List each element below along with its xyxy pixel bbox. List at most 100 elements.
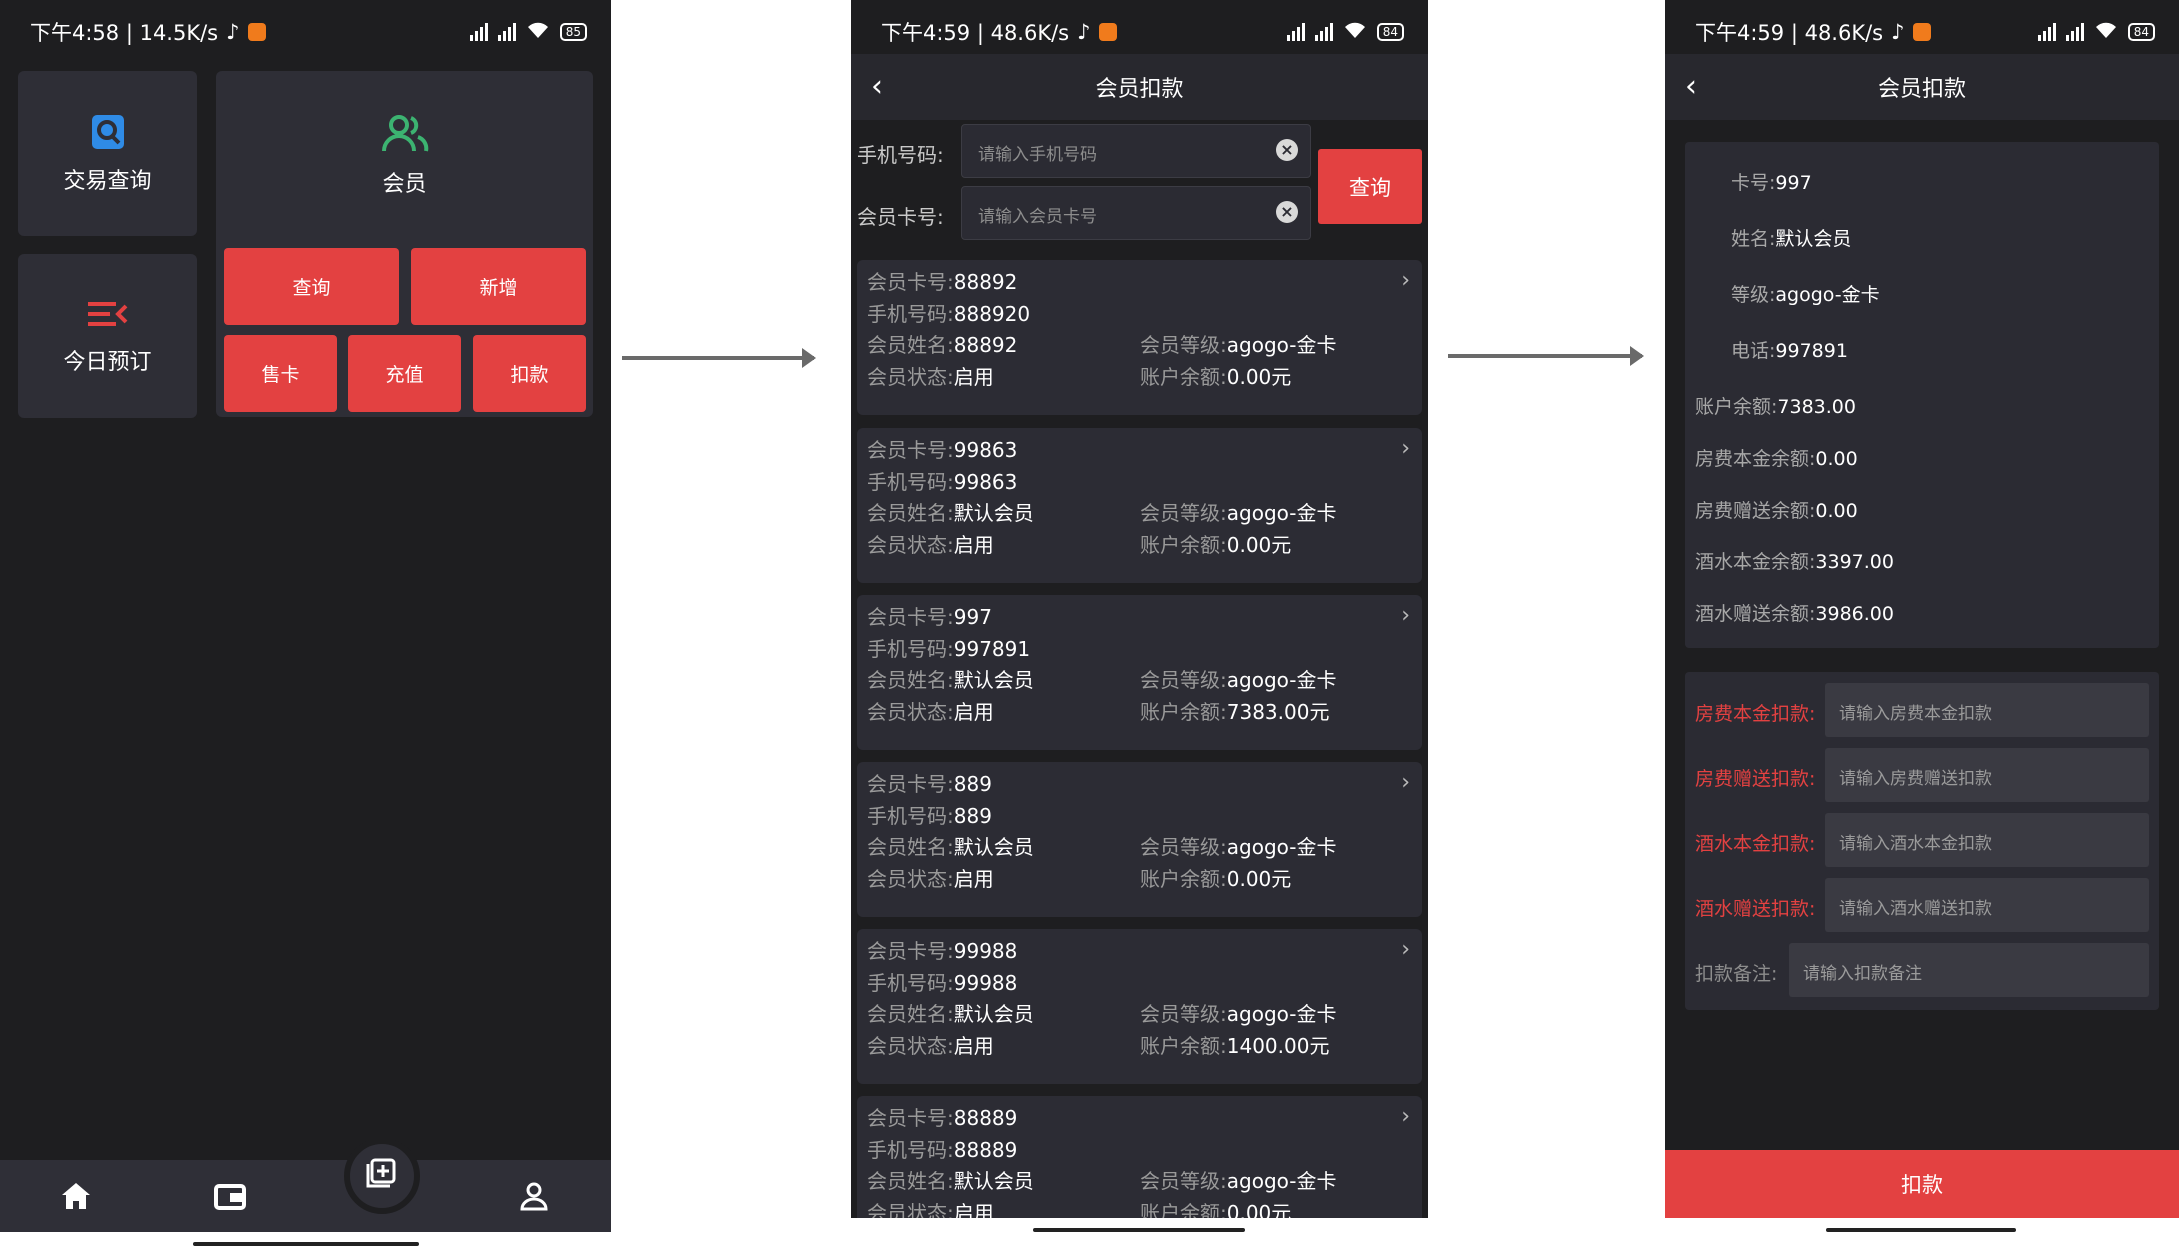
signal-icon [2065,23,2084,41]
tiktok-icon: ♪ [1077,20,1091,44]
member-card[interactable]: 会员卡号:88889 手机号码:88889 会员姓名:默认会员 会员等级:agogo-… [857,1096,1422,1218]
transaction-query-tile[interactable]: 交易查询 [18,71,197,236]
deduct-amount-input[interactable]: 请输入房费赠送扣款 [1825,748,2149,802]
member-card[interactable]: 会员卡号:88892 手机号码:888920 会员姓名:88892 会员等级:agog… [857,260,1422,415]
back-arrow-icon[interactable]: ‹ [871,70,905,104]
info-row: 房费赠送余额:0.00 [1695,500,1858,522]
booking-list-icon [88,302,128,330]
member-field-level: 会员等级:agogo-金卡 [1140,668,1337,692]
member-card[interactable]: 会员卡号:99863 手机号码:99863 会员姓名:默认会员 会员等级:agogo-… [857,428,1422,583]
member-field-balance: 账户余额:0.00元 [1140,365,1292,389]
recharge-button[interactable]: 充值 [348,335,461,412]
status-time: 下午4:58 | 14.5K/s [30,21,219,45]
query-button[interactable]: 查询 [1318,149,1422,224]
info-row: 酒水本金余额:3397.00 [1695,551,1894,573]
member-field-level: 会员等级:agogo-金卡 [1140,333,1337,357]
home-icon[interactable] [58,1178,94,1214]
member-deduct-form-screen: 下午4:59 | 48.6K/s ♪ 84 ‹ 会员扣款 卡号:997 姓名:默认… [1665,0,2179,1218]
member-field-balance: 账户余额:0.00元 [1140,1201,1292,1218]
member-field-status: 会员状态:启用 [867,1034,994,1058]
battery-icon: 84 [2127,23,2155,41]
info-row: 账户余额:7383.00 [1695,396,1856,418]
members-icon [381,115,429,157]
member-field-status: 会员状态:启用 [867,365,994,389]
info-row: 等级:agogo-金卡 [1731,284,1880,306]
deduct-button[interactable]: 扣款 [473,335,586,412]
member-field-card-no: 会员卡号:88889 [867,1106,1018,1130]
status-bar: 下午4:58 | 14.5K/s ♪ 85 [0,0,611,64]
member-field-level: 会员等级:agogo-金卡 [1140,501,1337,525]
member-field-phone: 手机号码:889 [867,804,992,828]
member-field-status: 会员状态:启用 [867,700,994,724]
member-label: 会员 [382,172,427,197]
chevron-right-icon: › [1401,603,1410,628]
deduct-field-label: 房费本金扣款: [1695,703,1816,725]
deduct-amount-input[interactable]: 请输入扣款备注 [1789,943,2149,997]
home-screen: 下午4:58 | 14.5K/s ♪ 85 交易查询 会员 查询 新增 售卡 充… [0,0,611,1232]
member-field-name: 会员姓名:默认会员 [867,501,1034,525]
deduct-amount-input[interactable]: 请输入房费本金扣款 [1825,683,2149,737]
deduct-form: 房费本金扣款: 请输入房费本金扣款房费赠送扣款: 请输入房费赠送扣款 酒水本金扣款: 请… [1685,672,2159,1010]
nav-bar: ‹ 会员扣款 [851,54,1428,120]
clear-icon[interactable]: × [1276,139,1298,161]
member-field-status: 会员状态:启用 [867,1201,994,1218]
today-booking-tile[interactable]: 今日预订 [18,254,197,418]
mi-icon [1098,23,1117,41]
chevron-right-icon: › [1401,436,1410,461]
member-field-level: 会员等级:agogo-金卡 [1140,1169,1337,1193]
battery-icon: 84 [1376,23,1404,41]
member-field-name: 会员姓名:默认会员 [867,1169,1034,1193]
deduct-field-row: 房费赠送扣款: 请输入房费赠送扣款 [1695,748,2149,802]
member-card[interactable]: 会员卡号:889 手机号码:889 会员姓名:默认会员 会员等级:agogo-金卡 会员… [857,762,1422,917]
home-indicator [1033,1228,1245,1232]
member-field-name: 会员姓名:默认会员 [867,835,1034,859]
signal-icon [469,23,488,41]
member-field-status: 会员状态:启用 [867,533,994,557]
wifi-icon [526,21,550,43]
phone-search-input[interactable]: 请输入手机号码 × [961,124,1311,178]
chevron-right-icon: › [1401,268,1410,293]
today-booking-label: 今日预订 [63,350,152,375]
sell-card-button[interactable]: 售卡 [224,335,337,412]
member-field-name: 会员姓名:88892 [867,333,1018,357]
flow-arrow [622,348,816,368]
signal-icon [1314,23,1333,41]
member-query-button[interactable]: 查询 [224,248,399,325]
phone-label: 手机号码: [857,143,944,167]
flow-arrow [1448,346,1644,366]
member-card[interactable]: 会员卡号:997 手机号码:997891 会员姓名:默认会员 会员等级:agogo-金… [857,595,1422,750]
member-field-name: 会员姓名:默认会员 [867,668,1034,692]
wallet-icon[interactable] [212,1178,248,1214]
card-search-input[interactable]: 请输入会员卡号 × [961,186,1311,240]
back-arrow-icon[interactable]: ‹ [1685,70,1719,104]
member-field-card-no: 会员卡号:99988 [867,939,1018,963]
card-label: 会员卡号: [857,205,944,229]
member-field-balance: 账户余额:0.00元 [1140,533,1292,557]
deduct-field-row: 酒水本金扣款: 请输入酒水本金扣款 [1695,813,2149,867]
deduct-field-row: 房费本金扣款: 请输入房费本金扣款 [1695,683,2149,737]
info-row: 电话:997891 [1731,340,1848,362]
user-icon[interactable] [516,1178,552,1214]
deduct-submit-button[interactable]: 扣款 [1665,1150,2179,1218]
signal-icon [1286,23,1305,41]
member-field-phone: 手机号码:99863 [867,470,1018,494]
gallery-icon[interactable] [344,1138,420,1214]
member-field-card-no: 会员卡号:889 [867,772,992,796]
deduct-amount-input[interactable]: 请输入酒水本金扣款 [1825,813,2149,867]
member-field-phone: 手机号码:88889 [867,1138,1018,1162]
member-card[interactable]: 会员卡号:99988 手机号码:99988 会员姓名:默认会员 会员等级:agogo-… [857,929,1422,1084]
home-indicator [193,1242,419,1246]
chevron-right-icon: › [1401,1104,1410,1129]
deduct-amount-input[interactable]: 请输入酒水赠送扣款 [1825,878,2149,932]
deduct-field-row: 扣款备注: 请输入扣款备注 [1695,943,2149,997]
search-doc-icon [90,113,126,155]
member-field-level: 会员等级:agogo-金卡 [1140,1002,1337,1026]
deduct-field-label: 酒水赠送扣款: [1695,898,1816,920]
member-add-button[interactable]: 新增 [411,248,586,325]
member-field-balance: 账户余额:7383.00元 [1140,700,1330,724]
tiktok-icon: ♪ [226,20,240,44]
home-indicator [1826,1228,2016,1232]
clear-icon[interactable]: × [1276,201,1298,223]
member-field-balance: 账户余额:0.00元 [1140,867,1292,891]
member-field-card-no: 会员卡号:997 [867,605,992,629]
